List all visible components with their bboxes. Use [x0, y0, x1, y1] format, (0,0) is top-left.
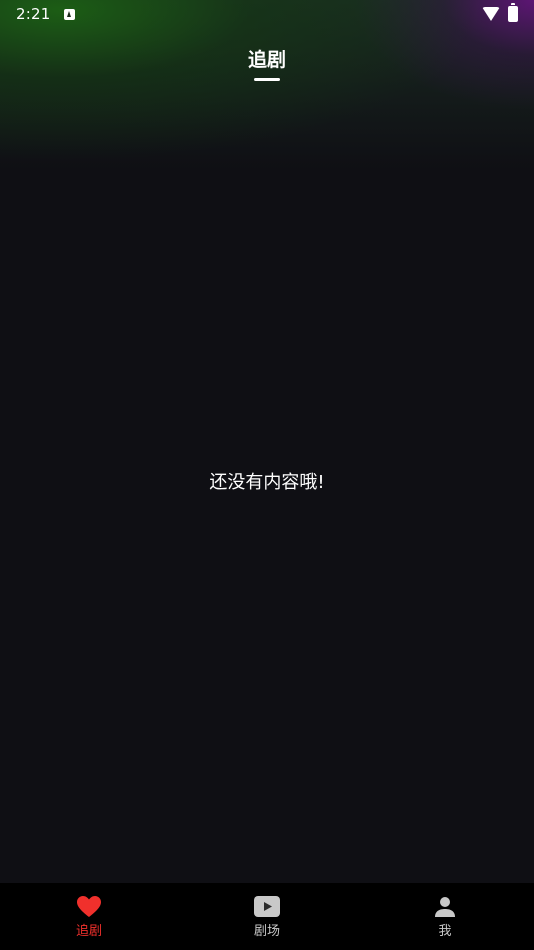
empty-state-message: 还没有内容哦!: [209, 472, 325, 493]
battery-icon: [508, 3, 518, 22]
status-left: 2:21: [16, 5, 76, 23]
tab-me-label: 我: [438, 923, 452, 939]
tab-follow-label: 追剧: [75, 923, 102, 939]
tab-me[interactable]: 我: [356, 883, 534, 950]
tab-follow[interactable]: 追剧: [0, 883, 178, 950]
status-right: [482, 3, 518, 22]
screen: 2:21 追剧 还没有内容哦! 追剧 剧场 我: [0, 0, 534, 950]
wifi-icon: [482, 7, 500, 21]
play-icon: [253, 893, 281, 921]
notification-a-icon: [64, 8, 76, 20]
bottom-tab-bar: 追剧 剧场 我: [0, 883, 534, 950]
tab-theater[interactable]: 剧场: [178, 883, 356, 950]
heart-icon: [75, 893, 103, 921]
title-underline-indicator: [254, 78, 280, 81]
person-icon: [431, 893, 459, 921]
tab-theater-label: 剧场: [253, 923, 280, 939]
page-title[interactable]: 追剧: [248, 46, 286, 74]
status-bar: 2:21: [0, 0, 534, 28]
status-time: 2:21: [16, 5, 51, 23]
header: 追剧: [0, 46, 534, 81]
